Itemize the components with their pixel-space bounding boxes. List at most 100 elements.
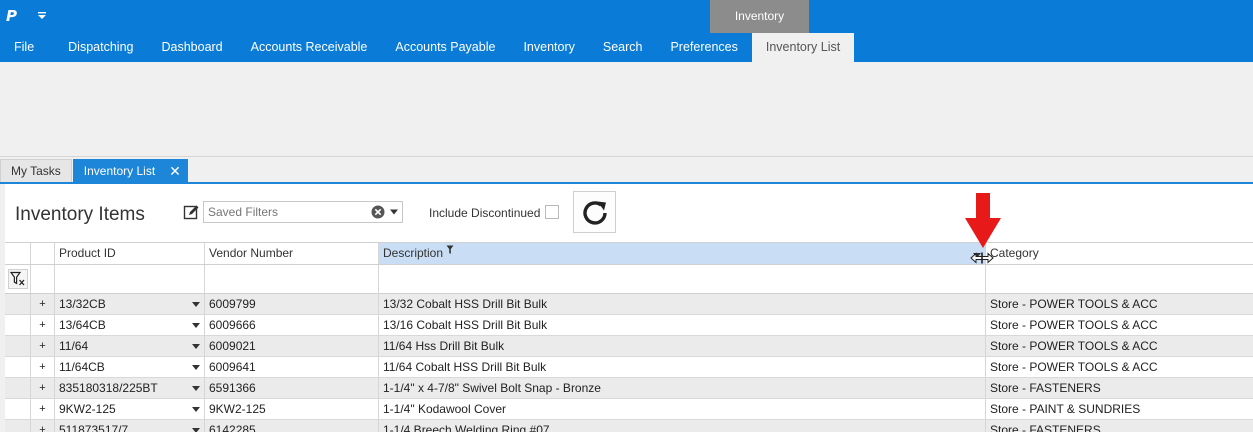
category-cell[interactable]: Store - POWER TOOLS & ACC (986, 294, 1253, 314)
page-title: Inventory Items (15, 204, 145, 225)
vendor-number-cell[interactable]: 6142285 (205, 420, 379, 432)
expand-row-button[interactable]: + (31, 399, 55, 419)
ribbon-bar: P Inventory File Dispatching Dashboard A… (0, 0, 1253, 62)
product-dropdown-icon[interactable] (192, 386, 200, 391)
clear-grid-filter-cell[interactable] (5, 265, 31, 293)
saved-filters-input[interactable] (208, 204, 368, 220)
category-cell[interactable]: Store - POWER TOOLS & ACC (986, 315, 1253, 335)
ribbon-body (0, 62, 1253, 157)
product-id-cell[interactable]: 13/32CB (55, 294, 205, 314)
product-id-cell[interactable]: 11/64CB (55, 357, 205, 377)
tab-dispatching[interactable]: Dispatching (54, 33, 147, 62)
description-cell[interactable]: 13/16 Cobalt HSS Drill Bit Bulk (379, 315, 986, 335)
filter-product-id[interactable] (55, 265, 205, 293)
vendor-number-cell[interactable]: 6009021 (205, 336, 379, 356)
include-discontinued-checkbox[interactable] (545, 205, 559, 219)
doc-tab-my-tasks[interactable]: My Tasks (0, 159, 72, 182)
refresh-button[interactable] (573, 191, 616, 233)
tab-accounts-payable[interactable]: Accounts Payable (381, 33, 509, 62)
table-row[interactable]: + 9KW2-125 9KW2-125 1-1/4" Kodawool Cove… (5, 399, 1253, 420)
description-cell[interactable]: 11/64 Hss Drill Bit Bulk (379, 336, 986, 356)
quick-access-dropdown-icon[interactable] (36, 10, 48, 22)
table-row[interactable]: + 511873517/7 6142285 1-1/4 Breech Weldi… (5, 420, 1253, 432)
category-cell[interactable]: Store - POWER TOOLS & ACC (986, 336, 1253, 356)
category-cell[interactable]: Store - FASTENERS (986, 420, 1253, 432)
header-description-label: Description (383, 246, 444, 260)
expand-row-button[interactable]: + (31, 378, 55, 398)
category-cell[interactable]: Store - PAINT & SUNDRIES (986, 399, 1253, 419)
inventory-list-panel: Inventory Items Include Discontinued (0, 184, 1253, 432)
refresh-icon (583, 201, 607, 225)
filter-category[interactable] (986, 265, 1253, 293)
category-cell[interactable]: Store - POWER TOOLS & ACC (986, 357, 1253, 377)
product-id-cell[interactable]: 9KW2-125 (55, 399, 205, 419)
row-indicator (5, 420, 31, 432)
description-cell[interactable]: 13/32 Cobalt HSS Drill Bit Bulk (379, 294, 986, 314)
expand-row-button[interactable]: + (31, 336, 55, 356)
table-row[interactable]: + 835180318/225BT 6591366 1-1/4" x 4-7/8… (5, 378, 1253, 399)
vendor-number-cell[interactable]: 6009799 (205, 294, 379, 314)
row-indicator (5, 378, 31, 398)
header-category[interactable]: Category (986, 243, 1253, 264)
tab-inventory[interactable]: Inventory (509, 33, 588, 62)
table-row[interactable]: + 11/64CB 6009641 11/64 Cobalt HSS Drill… (5, 357, 1253, 378)
filter-vendor-number[interactable] (205, 265, 379, 293)
category-cell[interactable]: Store - FASTENERS (986, 378, 1253, 398)
filter-description[interactable] (379, 265, 986, 293)
clear-filter-funnel-icon[interactable] (8, 269, 28, 289)
header-indicator-cell (5, 243, 31, 264)
chevron-down-icon[interactable] (389, 208, 399, 216)
product-id-cell[interactable]: 13/64CB (55, 315, 205, 335)
tab-accounts-receivable[interactable]: Accounts Receivable (237, 33, 382, 62)
header-product-id[interactable]: Product ID (55, 243, 205, 264)
description-cell[interactable]: 1-1/4 Breech Welding Ring #07 (379, 420, 986, 432)
expand-row-button[interactable]: + (31, 357, 55, 377)
tab-dashboard[interactable]: Dashboard (147, 33, 236, 62)
product-id-value: 13/32CB (59, 297, 106, 311)
vendor-number-cell[interactable]: 6009641 (205, 357, 379, 377)
table-row[interactable]: + 13/64CB 6009666 13/16 Cobalt HSS Drill… (5, 315, 1253, 336)
product-id-cell[interactable]: 835180318/225BT (55, 378, 205, 398)
tab-search[interactable]: Search (589, 33, 657, 62)
tab-file[interactable]: File (0, 33, 54, 62)
expand-row-button[interactable]: + (31, 294, 55, 314)
product-dropdown-icon[interactable] (192, 323, 200, 328)
vendor-number-cell[interactable]: 9KW2-125 (205, 399, 379, 419)
expand-row-button[interactable]: + (31, 420, 55, 432)
product-dropdown-icon[interactable] (192, 302, 200, 307)
clear-filter-icon[interactable] (371, 205, 385, 219)
product-id-value: 11/64CB (59, 360, 105, 374)
row-indicator (5, 294, 31, 314)
ribbon-tabs: File Dispatching Dashboard Accounts Rece… (0, 33, 855, 62)
product-dropdown-icon[interactable] (192, 344, 200, 349)
tab-inventory-list[interactable]: Inventory List (751, 33, 855, 62)
vendor-number-cell[interactable]: 6009666 (205, 315, 379, 335)
filter-indicator-icon (446, 245, 454, 254)
description-cell[interactable]: 1-1/4" x 4-7/8" Swivel Bolt Snap - Bronz… (379, 378, 986, 398)
product-id-value: 9KW2-125 (59, 402, 116, 416)
table-row[interactable]: + 13/32CB 6009799 13/32 Cobalt HSS Drill… (5, 294, 1253, 315)
expand-row-button[interactable]: + (31, 315, 55, 335)
product-id-value: 11/64 (59, 339, 89, 353)
doc-tab-inventory-list-label: Inventory List (83, 163, 156, 178)
doc-tab-inventory-list[interactable]: Inventory List ✕ (72, 159, 188, 182)
header-vendor-number[interactable]: Vendor Number (205, 243, 379, 264)
saved-filters-combo[interactable] (203, 201, 403, 223)
grid-filter-row (5, 265, 1253, 294)
description-cell[interactable]: 1-1/4" Kodawool Cover (379, 399, 986, 419)
description-cell[interactable]: 11/64 Cobalt HSS Drill Bit Bulk (379, 357, 986, 377)
product-dropdown-icon[interactable] (192, 428, 200, 432)
tab-preferences[interactable]: Preferences (656, 33, 751, 62)
product-id-cell[interactable]: 11/64 (55, 336, 205, 356)
header-description[interactable]: Description (379, 243, 986, 264)
product-id-value: 511873517/7 (59, 423, 129, 432)
close-tab-icon[interactable]: ✕ (169, 164, 181, 178)
product-dropdown-icon[interactable] (192, 407, 200, 412)
product-id-cell[interactable]: 511873517/7 (55, 420, 205, 432)
vendor-number-cell[interactable]: 6591366 (205, 378, 379, 398)
app-logo[interactable]: P (6, 7, 22, 25)
product-dropdown-icon[interactable] (192, 365, 200, 370)
include-discontinued-label: Include Discontinued (429, 206, 541, 220)
table-row[interactable]: + 11/64 6009021 11/64 Hss Drill Bit Bulk… (5, 336, 1253, 357)
edit-filter-icon[interactable] (183, 204, 200, 221)
